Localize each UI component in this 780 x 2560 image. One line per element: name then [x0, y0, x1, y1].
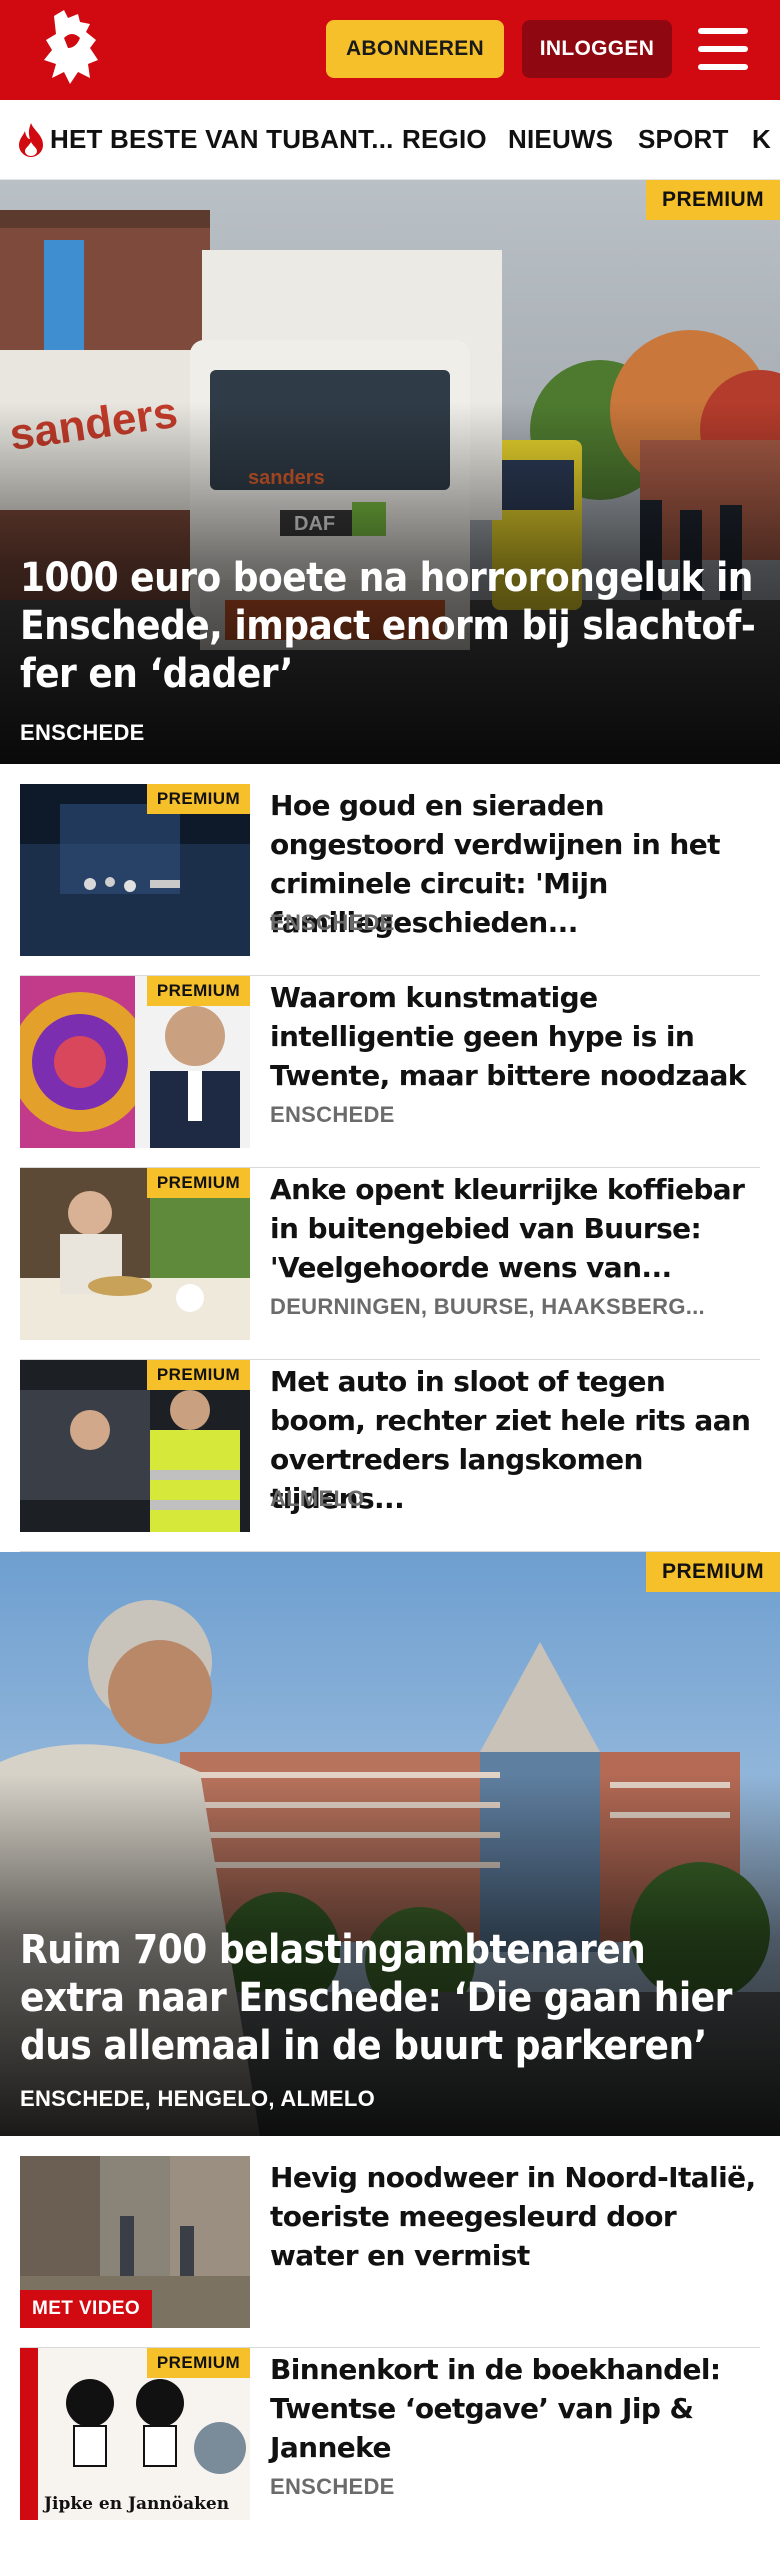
login-button[interactable]: INLOGGEN [522, 20, 672, 78]
article-headline[interactable]: Waarom kunstmatige intelligen­tie geen h… [270, 978, 760, 1095]
nav-item-regio[interactable]: REGIO [402, 124, 487, 155]
article-location: ENSCHEDE [270, 2474, 395, 2499]
article-thumbnail: PREMIUM Jipke en Jannöaken [20, 2348, 250, 2520]
article-headline[interactable]: Hevig noodweer in Noord-Italië, toeriste… [270, 2158, 760, 2275]
hero-headline[interactable]: Ruim 700 belastingambtenaren extra naar … [20, 1926, 760, 2070]
list-item[interactable]: PREMIUM Waarom kunstmatige intelligen­ti… [20, 976, 760, 1168]
video-badge: MET VIDEO [20, 2290, 153, 2328]
section-nav: HET BESTE VAN TUBANT... REGIO NIEUWS SPO… [0, 100, 780, 180]
article-location: ALMELO [270, 1486, 365, 1511]
premium-badge: PREMIUM [146, 784, 250, 814]
premium-badge: PREMIUM [646, 180, 780, 220]
article-thumbnail: PREMIUM [20, 1168, 250, 1340]
hero-headline[interactable]: 1000 euro boete na horrorongeluk in Ensc… [20, 554, 760, 698]
article-headline[interactable]: Anke opent kleurrijke koffiebar in buite… [270, 1170, 760, 1287]
hamburger-menu-icon[interactable] [698, 26, 752, 72]
premium-badge: PREMIUM [146, 976, 250, 1006]
premium-badge: PREMIUM [646, 1552, 780, 1592]
hero-article-2[interactable]: PREMIUM Ruim 700 belastingambtenaren ext… [0, 1552, 780, 2136]
subscribe-button[interactable]: ABONNEREN [326, 20, 504, 78]
site-header: ABONNEREN INLOGGEN [0, 0, 780, 100]
premium-badge: PREMIUM [146, 1360, 250, 1390]
hero-location: ENSCHEDE [20, 720, 145, 745]
article-location: ENSCHEDE [270, 910, 395, 935]
list-item[interactable]: PREMIUM Met auto in sloot of tegen boom,… [20, 1360, 760, 1552]
flame-icon [19, 123, 43, 157]
article-thumbnail: PREMIUM [20, 976, 250, 1148]
article-location: ENSCHEDE [270, 1102, 395, 1127]
nav-item-next[interactable]: K [752, 124, 771, 155]
hero-article-1[interactable]: sanders sanders DAF PREMIUM 1000 euro bo… [0, 180, 780, 764]
hero-location: ENSCHEDE, HENGELO, ALMELO [20, 2086, 376, 2111]
article-thumbnail: PREMIUM [20, 1360, 250, 1532]
list-item[interactable]: PREMIUM Hoe goud en sieraden ongestoord … [20, 784, 760, 976]
article-location: DEURNINGEN, BUURSE, HAAKSBERG... [270, 1294, 705, 1319]
nav-item-sport[interactable]: SPORT [638, 124, 729, 155]
premium-badge: PREMIUM [146, 1168, 250, 1198]
article-headline[interactable]: Binnenkort in de boekhandel: Twentse ‘oe… [270, 2350, 760, 2467]
tubantia-horse-logo-icon[interactable] [34, 8, 108, 88]
article-thumbnail: PREMIUM [20, 784, 250, 956]
premium-badge: PREMIUM [146, 2348, 250, 2378]
article-thumbnail: MET VIDEO [20, 2156, 250, 2328]
list-item[interactable]: MET VIDEO Hevig noodweer in Noord-Italië… [20, 2156, 760, 2348]
list-item[interactable]: PREMIUM Jipke en Jannöaken Binnenkort in… [20, 2348, 760, 2520]
nav-item-nieuws[interactable]: NIEUWS [508, 124, 613, 155]
list-item[interactable]: PREMIUM Anke opent kleurrijke koffiebar … [20, 1168, 760, 1360]
nav-item-best-of[interactable]: HET BESTE VAN TUBANT... [50, 124, 394, 155]
book-cover-title: Jipke en Jannöaken [44, 2494, 230, 2514]
